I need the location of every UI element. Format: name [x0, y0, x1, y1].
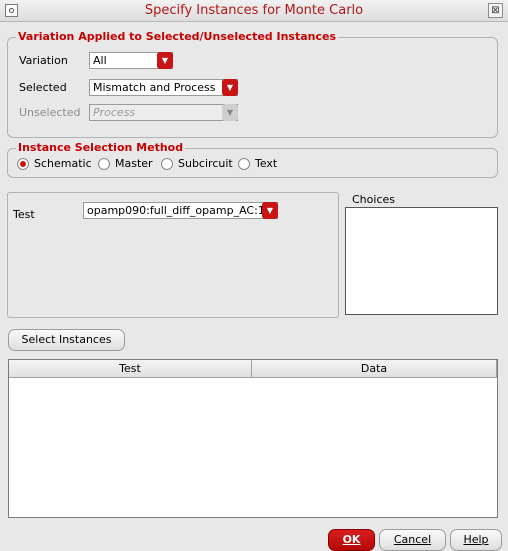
chevron-down-icon[interactable]: ▼ — [222, 79, 238, 96]
window-title: Specify Instances for Monte Carlo — [144, 3, 364, 18]
unselected-label: Unselected — [19, 106, 81, 119]
unselected-combo: Process ▼ — [89, 104, 238, 121]
variation-group: Variation Applied to Selected/Unselected… — [7, 30, 498, 138]
variation-group-title: Variation Applied to Selected/Unselected… — [16, 30, 339, 43]
title-bar: Specify Instances for Monte Carlo ⊠ — [0, 0, 508, 22]
radio-master[interactable] — [98, 158, 110, 170]
help-button[interactable]: Help — [450, 529, 502, 551]
selection-method-title: Instance Selection Method — [16, 141, 186, 154]
chevron-down-icon: ▼ — [222, 104, 238, 121]
radio-master-label: Master — [115, 157, 153, 170]
choices-label: Choices — [352, 193, 395, 206]
unselected-value: Process — [93, 106, 136, 119]
cancel-button[interactable]: Cancel — [379, 529, 446, 551]
choices-list[interactable] — [345, 207, 498, 315]
variation-combo[interactable]: All ▼ — [89, 52, 173, 69]
ok-button[interactable]: OK — [328, 529, 375, 551]
test-combo[interactable]: opamp090:full_diff_opamp_AC:1 ▼ — [83, 202, 278, 219]
column-header-test[interactable]: Test — [9, 360, 252, 378]
test-value: opamp090:full_diff_opamp_AC:1 — [87, 204, 265, 217]
radio-subcircuit-label: Subcircuit — [178, 157, 233, 170]
radio-schematic-label: Schematic — [34, 157, 92, 170]
column-header-data[interactable]: Data — [252, 360, 497, 378]
selected-combo[interactable]: Mismatch and Process ▼ — [89, 79, 238, 96]
test-panel: Test opamp090:full_diff_opamp_AC:1 ▼ — [7, 192, 339, 318]
radio-text[interactable] — [238, 158, 250, 170]
selection-method-group: Instance Selection Method Schematic Mast… — [7, 141, 498, 178]
select-instances-button[interactable]: Select Instances — [8, 329, 125, 351]
variation-label: Variation — [19, 54, 68, 67]
selected-label: Selected — [19, 81, 67, 94]
instances-table[interactable]: Test Data — [8, 359, 498, 518]
close-icon[interactable]: ⊠ — [488, 3, 503, 18]
table-header: Test Data — [9, 360, 497, 378]
method-radio-row: Schematic Master Subcircuit Text — [17, 157, 487, 172]
variation-value: All — [93, 54, 107, 67]
chevron-down-icon[interactable]: ▼ — [262, 202, 278, 219]
radio-schematic[interactable] — [17, 158, 29, 170]
radio-subcircuit[interactable] — [161, 158, 173, 170]
test-label: Test — [13, 208, 35, 221]
selected-value: Mismatch and Process — [93, 81, 216, 94]
chevron-down-icon[interactable]: ▼ — [157, 52, 173, 69]
radio-text-label: Text — [255, 157, 278, 170]
